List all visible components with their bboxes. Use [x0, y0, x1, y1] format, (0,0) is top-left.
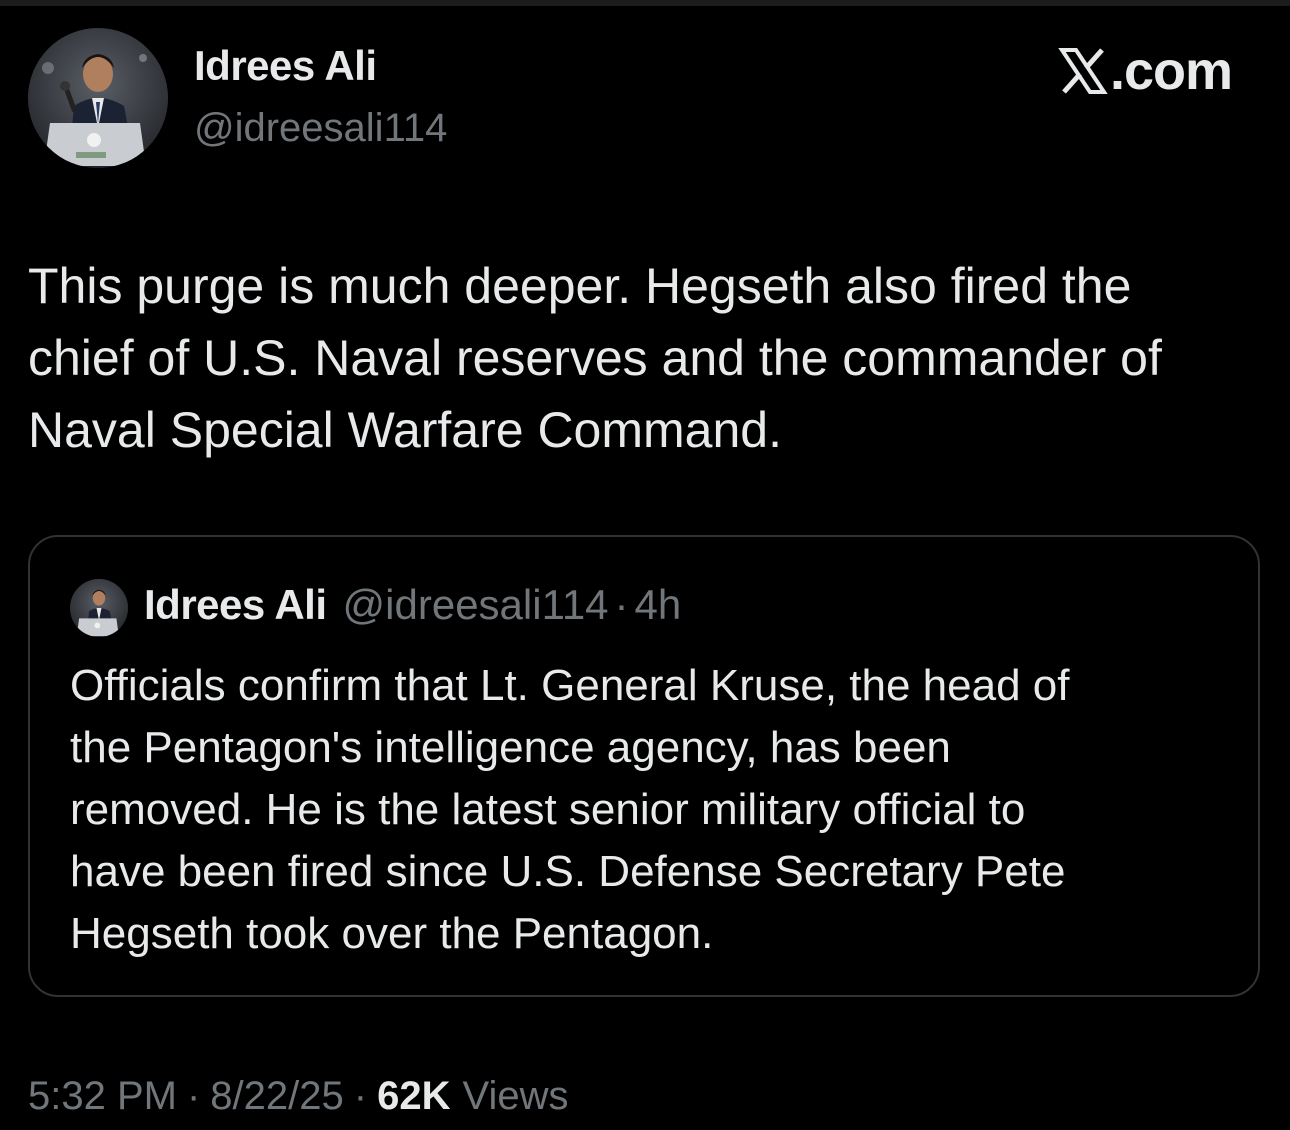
separator-dot: ·: [614, 581, 629, 628]
views-label: Views: [462, 1074, 569, 1118]
tweet-text: This purge is much deeper. Hegseth also …: [28, 258, 1162, 458]
tweet-meta: 5:32 PM · 8/22/25 · 62K Views: [28, 1074, 568, 1119]
tweet-time[interactable]: 5:32 PM: [28, 1074, 177, 1119]
brand-label: .com: [1109, 41, 1233, 101]
avatar-photo-icon: [70, 579, 128, 637]
top-divider: [0, 0, 1290, 6]
x-logo-icon: [1058, 48, 1108, 94]
quoted-tweet-header: Idrees Ali @idreesali114 · 4h: [144, 581, 681, 629]
author-display-name[interactable]: Idrees Ali: [194, 42, 377, 90]
quoted-author-handle[interactable]: @idreesali114: [343, 581, 609, 629]
quoted-author-display-name[interactable]: Idrees Ali: [144, 581, 327, 629]
author-avatar[interactable]: [28, 28, 168, 168]
avatar-photo-icon: [28, 28, 168, 168]
tweet-date[interactable]: 8/22/25: [210, 1074, 343, 1119]
author-handle[interactable]: @idreesali114: [194, 106, 447, 151]
quoted-tweet-card[interactable]: Idrees Ali @idreesali114 · 4h Officials …: [28, 535, 1260, 997]
quoted-author-avatar[interactable]: [70, 579, 128, 637]
separator-dot: ·: [186, 1074, 201, 1118]
quoted-tweet-text: Officials confirm that Lt. General Kruse…: [70, 661, 1070, 958]
quoted-tweet-timestamp[interactable]: 4h: [635, 581, 682, 629]
views-count: 62K: [377, 1074, 451, 1118]
separator-dot: ·: [353, 1074, 368, 1118]
x-brand-watermark: .com: [1058, 40, 1233, 102]
